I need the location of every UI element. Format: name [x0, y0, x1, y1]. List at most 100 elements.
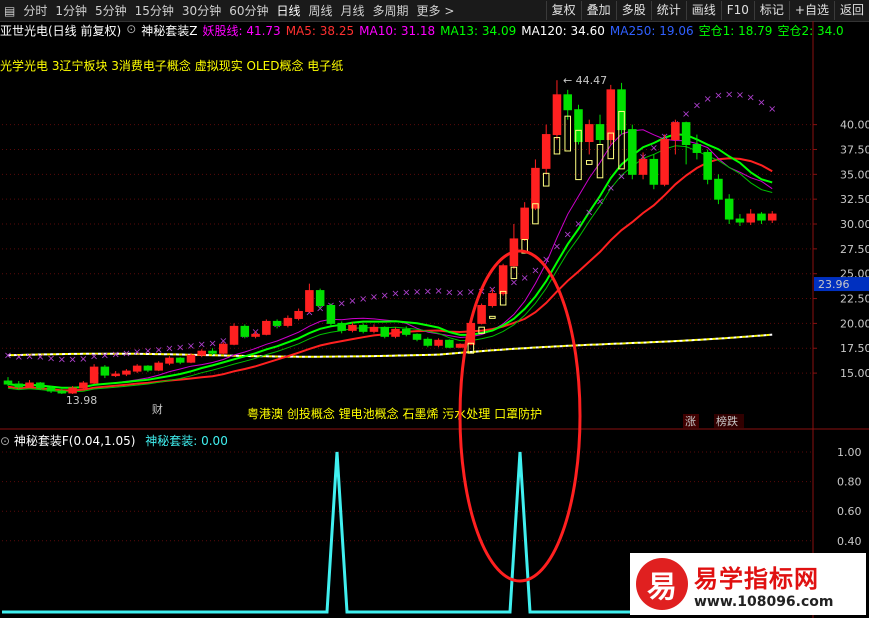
yaogu-marker-64: ×: [693, 101, 701, 112]
y-axis-label-7: 22.50: [840, 293, 869, 306]
candle-body-64: [692, 144, 702, 153]
yaogu-marker-11: ×: [122, 348, 130, 359]
candle-body-44: [477, 305, 486, 324]
yaogu-marker-53: ×: [574, 219, 582, 230]
candle-body-2: [25, 382, 34, 388]
watermark-url: www.108096.com: [694, 593, 834, 610]
candle-body-25: [272, 320, 282, 326]
yaogu-marker-8: ×: [90, 352, 98, 363]
yaogu-marker-37: ×: [402, 288, 410, 299]
yaogu-marker-65: ×: [703, 94, 711, 105]
yaogu-marker-40: ×: [434, 286, 442, 297]
candle-body-16: [175, 357, 185, 363]
candle-body-36: [391, 328, 400, 337]
current-price-label: 23.96: [818, 278, 850, 291]
tag-zhang: 涨: [685, 415, 696, 428]
candle-body-71: [767, 213, 777, 221]
sub-y-label-0: 1.00: [837, 446, 862, 459]
yaogu-marker-66: ×: [714, 90, 722, 101]
trend-box-52: [564, 115, 571, 152]
yaogu-marker-4: ×: [47, 353, 55, 364]
candle-body-15: [165, 357, 174, 364]
yaogu-marker-12: ×: [133, 347, 141, 358]
yaogu-marker-36: ×: [391, 289, 399, 300]
yaogu-marker-68: ×: [736, 90, 744, 101]
candle-body-18: [197, 350, 207, 356]
yaogu-marker-9: ×: [101, 350, 109, 361]
yaogu-marker-10: ×: [111, 349, 119, 360]
yaogu-marker-38: ×: [413, 287, 421, 298]
tag-bangdie: 榜跌: [716, 414, 738, 428]
candle-body-58: [628, 129, 637, 175]
candle-body-27: [294, 310, 303, 319]
candle-body-33: [358, 324, 368, 332]
yaogu-marker-56: ×: [607, 183, 615, 194]
candle-body-67: [724, 198, 734, 220]
sub-y-label-1: 0.80: [837, 476, 862, 489]
yaogu-marker-18: ×: [198, 340, 206, 351]
yaogu-marker-43: ×: [467, 287, 475, 298]
yaogu-marker-31: ×: [337, 298, 345, 309]
trend-box-54: [585, 160, 593, 165]
candle-body-42: [455, 343, 465, 348]
yaogu-marker-60: ×: [650, 143, 658, 154]
candle-body-55: [595, 124, 605, 141]
candle-body-23: [251, 333, 260, 337]
candle-body-41: [445, 339, 454, 348]
yaogu-marker-2: ×: [25, 351, 33, 362]
kline-chart[interactable]: 40.0037.5035.0032.5030.0027.5025.0022.50…: [0, 0, 869, 618]
candle-body-10: [111, 373, 120, 377]
yaogu-marker-14: ×: [154, 345, 162, 356]
candle-body-4: [46, 387, 56, 392]
candle-body-65: [703, 151, 712, 180]
candle-body-37: [401, 328, 411, 335]
candle-body-68: [735, 218, 745, 223]
yaogu-marker-33: ×: [359, 294, 367, 305]
candle-body-40: [434, 339, 443, 346]
candle-body-39: [423, 338, 433, 346]
candle-body-26: [283, 317, 293, 326]
candle-body-35: [380, 326, 390, 337]
yaogu-marker-51: ×: [553, 241, 561, 252]
sub-y-label-3: 0.40: [837, 535, 862, 548]
candle-body-7: [79, 382, 88, 389]
yaogu-marker-49: ×: [531, 265, 539, 276]
yaogu-marker-57: ×: [617, 172, 625, 183]
y-axis-label-10: 15.00: [840, 367, 869, 380]
yaogu-marker-70: ×: [757, 97, 765, 108]
candle-body-50: [541, 134, 551, 169]
candle-body-32: [348, 324, 357, 331]
trend-box-50: [542, 172, 550, 187]
yaogu-marker-32: ×: [348, 296, 356, 307]
yaogu-marker-13: ×: [144, 346, 152, 357]
candle-body-34: [369, 326, 379, 332]
candle-body-51: [552, 94, 562, 136]
candle-body-61: [660, 139, 669, 185]
candle-body-22: [240, 325, 250, 337]
candle-body-48: [520, 207, 529, 240]
candle-body-19: [208, 350, 217, 354]
candle-body-69: [746, 213, 755, 223]
yaogu-marker-47: ×: [510, 278, 518, 289]
yaogu-marker-42: ×: [456, 288, 464, 299]
yaogu-marker-19: ×: [208, 338, 216, 349]
candle-body-66: [714, 178, 723, 200]
y-axis-label-1: 37.50: [840, 143, 869, 156]
candle-body-59: [638, 158, 648, 175]
yaogu-marker-15: ×: [165, 343, 173, 354]
yaogu-marker-0: ×: [4, 351, 12, 362]
yaogu-marker-7: ×: [79, 354, 87, 365]
candle-body-21: [229, 325, 239, 345]
candle-body-63: [681, 122, 691, 146]
candle-body-46: [498, 265, 508, 295]
yaogu-marker-63: ×: [682, 109, 690, 120]
yaogu-marker-69: ×: [747, 93, 755, 104]
y-axis-label-4: 30.00: [840, 218, 869, 231]
sub-y-label-2: 0.60: [837, 505, 862, 518]
candle-body-6: [68, 387, 77, 394]
yaogu-marker-41: ×: [445, 287, 453, 298]
y-axis-label-0: 40.00: [840, 119, 869, 132]
candle-body-17: [186, 354, 196, 363]
highlight-circle: [458, 249, 582, 583]
yaogu-marker-5: ×: [58, 355, 66, 366]
